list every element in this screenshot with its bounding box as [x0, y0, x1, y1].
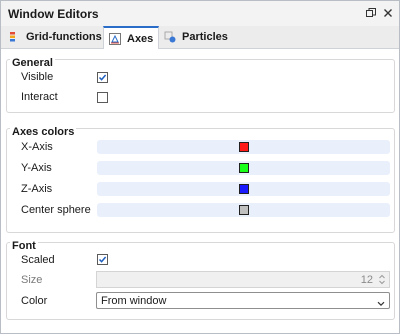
scaled-checkbox[interactable]: [97, 254, 108, 265]
particles-icon: [164, 31, 176, 43]
title-bar: Window Editors: [1, 1, 399, 27]
axes-icon: [109, 32, 121, 45]
font-color-select[interactable]: From window: [96, 292, 390, 309]
size-label: Size: [21, 274, 43, 286]
y-axis-color-button[interactable]: [97, 161, 390, 175]
window-title: Window Editors: [8, 7, 99, 21]
z-axis-color-swatch: [239, 184, 249, 194]
tab-axes-label: Axes: [127, 32, 154, 45]
font-group-title: Font: [10, 240, 38, 252]
color-label: Color: [21, 295, 48, 307]
axes-colors-group-title: Axes colors: [10, 126, 77, 138]
z-axis-label: Z-Axis: [21, 183, 53, 195]
z-axis-color-button[interactable]: [97, 182, 390, 196]
visible-checkbox[interactable]: [97, 72, 108, 83]
tab-grid-functions-label: Grid-functions: [26, 31, 102, 43]
font-size-spinbox[interactable]: 12: [96, 271, 390, 288]
y-axis-color-swatch: [239, 163, 249, 173]
x-axis-label: X-Axis: [21, 141, 53, 153]
interact-label: Interact: [21, 91, 58, 103]
font-group: Font Scaled Size 12 Color From window: [6, 240, 395, 320]
x-axis-color-swatch: [239, 142, 249, 152]
tab-particles[interactable]: Particles: [162, 26, 232, 48]
axes-colors-group: Axes colors X-Axis Y-Axis Z-Axis Center …: [6, 126, 395, 233]
y-axis-label: Y-Axis: [21, 162, 52, 174]
axes-editor-content: General Visible Interact Axes colors X-A…: [1, 49, 399, 333]
font-color-selected: From window: [101, 295, 167, 307]
window-editors-panel: Window Editors Grid-functions Axes Parti…: [0, 0, 400, 334]
float-window-icon[interactable]: [365, 7, 377, 19]
general-group-title: General: [10, 57, 55, 69]
general-group: General Visible Interact: [6, 57, 395, 113]
tab-axes[interactable]: Axes: [103, 26, 159, 49]
scaled-label: Scaled: [21, 254, 55, 266]
center-sphere-color-swatch: [239, 205, 249, 215]
tab-particles-label: Particles: [182, 31, 228, 43]
tab-grid-functions[interactable]: Grid-functions: [8, 26, 104, 48]
grid-functions-icon: [8, 31, 20, 43]
center-sphere-color-button[interactable]: [97, 203, 390, 217]
interact-checkbox[interactable]: [97, 92, 108, 103]
tab-bar: Grid-functions Axes Particles: [1, 26, 399, 49]
center-sphere-label: Center sphere: [21, 204, 91, 216]
spin-arrows-icon[interactable]: [378, 273, 386, 286]
x-axis-color-button[interactable]: [97, 140, 390, 154]
visible-label: Visible: [21, 71, 54, 83]
close-icon[interactable]: [382, 7, 394, 19]
font-size-value: 12: [360, 274, 373, 286]
chevron-down-icon: [377, 298, 385, 310]
